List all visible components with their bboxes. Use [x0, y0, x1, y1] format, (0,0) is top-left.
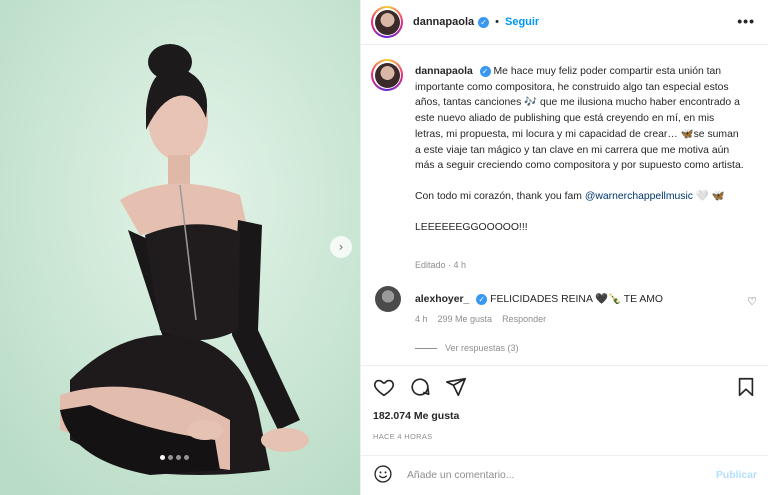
avatar-image — [374, 62, 400, 88]
verified-icon: ✓ — [476, 293, 488, 305]
comment-icon[interactable] — [409, 376, 431, 398]
comment-avatar[interactable] — [375, 286, 401, 312]
author-username[interactable]: dannapaola — [413, 16, 474, 28]
emoji-icon[interactable] — [373, 464, 393, 487]
verified-icon: ✓ — [479, 65, 491, 77]
post-sidebar: dannapaola ✓ • Seguir ••• dannapaola ✓ M… — [360, 0, 768, 495]
follow-button[interactable]: Seguir — [505, 16, 539, 28]
caption-paragraph: Con todo mi corazón, thank you fam — [415, 190, 585, 202]
caption-username[interactable]: dannapaola — [415, 66, 473, 77]
caption-paragraph: LEEEEEEGGOOOOO!!! — [415, 221, 528, 233]
mention-link[interactable]: @warnerchappellmusic — [585, 191, 693, 202]
avatar-image — [374, 9, 400, 35]
publish-button[interactable]: Publicar — [716, 470, 757, 481]
share-icon[interactable] — [445, 376, 467, 398]
view-replies-label: Ver respuestas (3) — [445, 343, 519, 353]
post-time: HACE 4 HORAS — [373, 432, 433, 441]
post-media[interactable]: › — [0, 0, 360, 495]
caption-text: dannapaola ✓ Me hace muy feliz poder com… — [415, 64, 745, 235]
next-photo-button[interactable]: › — [330, 236, 352, 258]
avatar[interactable] — [371, 6, 403, 38]
caption-avatar[interactable] — [371, 59, 403, 91]
carousel-dot — [168, 455, 173, 460]
carousel-dot — [184, 455, 189, 460]
comment-text: alexhoyer_ ✓ FELICIDADES REINA 🖤🍾 TE AMO — [415, 292, 663, 305]
carousel-dot — [160, 455, 165, 460]
post-header: dannapaola ✓ • Seguir ••• — [361, 0, 768, 45]
caption-emoji: 🤍 🦋 — [692, 190, 725, 202]
verified-icon: ✓ — [478, 16, 490, 28]
comment-likes[interactable]: 299 Me gusta — [438, 314, 493, 324]
heart-icon[interactable] — [373, 376, 395, 398]
reply-button[interactable]: Responder — [502, 314, 546, 324]
replies-divider — [415, 347, 437, 349]
comment-username[interactable]: alexhoyer_ — [415, 294, 469, 305]
comment-meta: 4 h 299 Me gusta Responder — [415, 314, 546, 324]
likes-count[interactable]: 182.074 Me gusta — [373, 410, 459, 422]
comment-body: FELICIDADES REINA 🖤🍾 TE AMO — [490, 294, 664, 305]
carousel-indicator — [160, 455, 189, 460]
carousel-dot — [176, 455, 181, 460]
caption-paragraph: Me hace muy feliz poder compartir esta u… — [415, 66, 744, 172]
comment-input[interactable]: Añade un comentario... — [407, 470, 716, 481]
caption-meta: Editado · 4 h — [415, 260, 467, 270]
avatar-frame — [373, 61, 401, 89]
more-options-icon[interactable]: ••• — [737, 13, 755, 29]
bookmark-icon[interactable] — [735, 376, 757, 398]
comment-time: 4 h — [415, 314, 428, 324]
post-photo — [0, 0, 360, 495]
separator: • — [495, 16, 499, 28]
add-comment-bar: Añade un comentario... Publicar — [361, 455, 768, 495]
actions-section: 182.074 Me gusta HACE 4 HORAS — [361, 365, 768, 455]
view-replies-button[interactable]: Ver respuestas (3) — [415, 343, 519, 353]
action-bar — [373, 376, 467, 398]
avatar-frame — [373, 8, 401, 36]
like-comment-icon[interactable]: ♡ — [747, 295, 757, 308]
